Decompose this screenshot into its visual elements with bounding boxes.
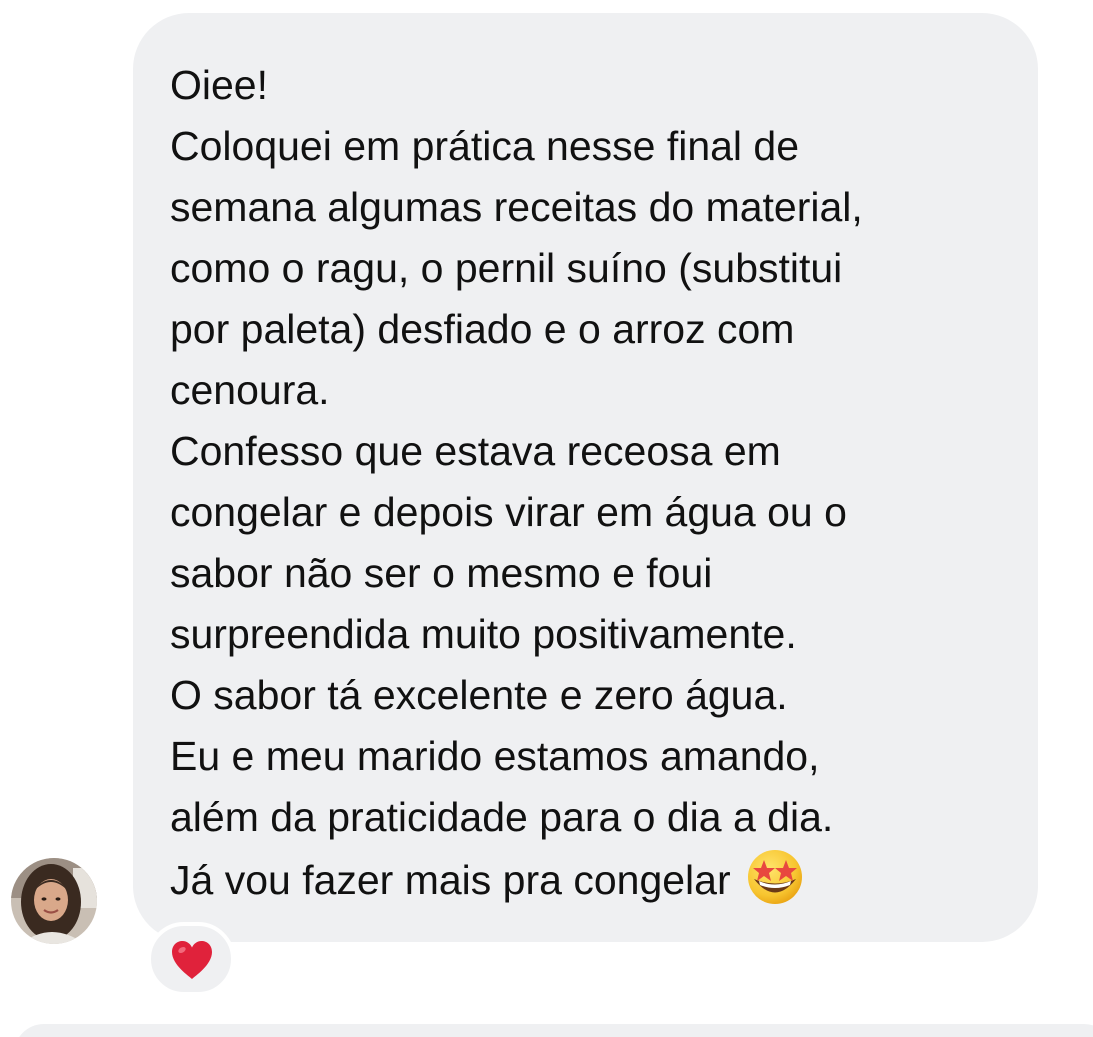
message-paragraph-confession: Confesso que estava receosa em congelar … bbox=[170, 421, 1008, 665]
message-line: cenoura. bbox=[170, 367, 330, 413]
message-line: além da praticidade para o dia a dia. bbox=[170, 794, 834, 840]
message-line-text: Já vou fazer mais pra congelar bbox=[170, 857, 731, 903]
message-line: Coloquei em prática nesse final de bbox=[170, 123, 800, 169]
reaction-badge[interactable] bbox=[147, 922, 235, 996]
star-struck-icon bbox=[746, 848, 804, 906]
message-line: como o ragu, o pernil suíno (substitui bbox=[170, 245, 843, 291]
message-line-with-emoji: Já vou fazer mais pra congelar bbox=[170, 848, 1008, 911]
red-heart-icon bbox=[172, 941, 212, 979]
message-paragraph-greeting: Oiee! bbox=[170, 55, 1008, 116]
message-paragraph-recipes: Coloquei em prática nesse final de seman… bbox=[170, 116, 1008, 421]
message-line: surpreendida muito positivamente. bbox=[170, 611, 797, 657]
message-line: sabor não ser o mesmo e foui bbox=[170, 550, 713, 596]
message-bubble[interactable]: Oiee! Coloquei em prática nesse final de… bbox=[133, 13, 1038, 942]
message-line: Confesso que estava receosa em bbox=[170, 428, 781, 474]
message-paragraph-husband: Eu e meu marido estamos amando, além da … bbox=[170, 726, 1008, 848]
sender-avatar[interactable] bbox=[11, 858, 97, 944]
message-line: O sabor tá excelente e zero água. bbox=[170, 672, 788, 718]
message-line: semana algumas receitas do material, bbox=[170, 184, 863, 230]
message-line: Eu e meu marido estamos amando, bbox=[170, 733, 820, 779]
message-line: Oiee! bbox=[170, 62, 268, 108]
message-line: congelar e depois virar em água ou o bbox=[170, 489, 847, 535]
next-message-bubble[interactable] bbox=[14, 1024, 1093, 1037]
message-paragraph-flavor: O sabor tá excelente e zero água. bbox=[170, 665, 1008, 726]
chat-thread: Oiee! Coloquei em prática nesse final de… bbox=[0, 0, 1093, 1037]
message-paragraph-closing: Já vou fazer mais pra congelar bbox=[170, 848, 1008, 911]
message-line: por paleta) desfiado e o arroz com bbox=[170, 306, 795, 352]
